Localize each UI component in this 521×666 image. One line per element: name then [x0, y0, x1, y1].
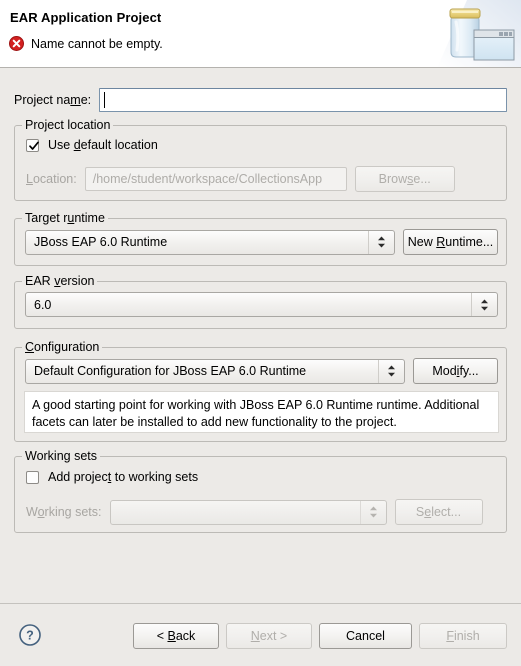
working-sets-group-label: Working sets	[22, 449, 101, 463]
ear-version-combo[interactable]: 6.0	[25, 292, 498, 317]
back-button[interactable]: < Back	[133, 623, 219, 649]
working-sets-label: Working sets:	[26, 505, 102, 519]
page-title: EAR Application Project	[10, 10, 162, 25]
error-message-text: Name cannot be empty.	[31, 36, 163, 51]
location-row: Location: /home/student/workspace/Collec…	[26, 166, 496, 192]
ear-version-combo-value: 6.0	[34, 297, 52, 312]
use-default-location-checkbox[interactable]	[26, 138, 39, 152]
target-runtime-combo-value: JBoss EAP 6.0 Runtime	[34, 235, 168, 249]
help-question-icon[interactable]: ?	[18, 623, 42, 647]
next-button: Next >	[226, 623, 312, 649]
chevron-updown-icon	[471, 293, 497, 316]
finish-button: Finish	[419, 623, 507, 649]
configuration-group: Configuration Default Configuration for …	[14, 340, 507, 442]
error-message-row: Name cannot be empty.	[9, 36, 163, 51]
text-caret	[104, 92, 106, 108]
working-sets-group: Working sets Add project to working sets…	[14, 449, 507, 533]
add-project-to-working-sets-label: Add project to working sets	[48, 470, 199, 484]
target-runtime-group: Target runtime JBoss EAP 6.0 Runtime New…	[14, 211, 507, 266]
target-runtime-row: JBoss EAP 6.0 Runtime New Runtime...	[25, 229, 498, 255]
location-input: /home/student/workspace/CollectionsApp	[84, 167, 347, 191]
project-location-group: Project location Use default location Lo…	[14, 118, 507, 201]
configuration-row: Default Configuration for JBoss EAP 6.0 …	[25, 358, 498, 384]
add-project-to-working-sets-row[interactable]: Add project to working sets	[26, 470, 198, 484]
configuration-combo[interactable]: Default Configuration for JBoss EAP 6.0 …	[25, 358, 405, 384]
project-location-group-label: Project location	[22, 118, 114, 132]
configuration-combo-value: Default Configuration for JBoss EAP 6.0 …	[34, 364, 307, 378]
location-label: Location:	[26, 172, 77, 186]
ear-version-group: EAR version 6.0	[14, 274, 507, 329]
new-runtime-button[interactable]: New Runtime...	[403, 229, 498, 255]
modify-button[interactable]: Modify...	[413, 358, 498, 384]
target-runtime-combo[interactable]: JBoss EAP 6.0 Runtime	[25, 229, 395, 255]
use-default-location-checkbox-row[interactable]: Use default location	[26, 138, 158, 152]
project-name-row: Project name:	[14, 88, 507, 112]
project-name-input[interactable]	[99, 88, 507, 112]
configuration-group-label: Configuration	[22, 340, 103, 354]
error-circle-icon	[9, 36, 24, 51]
configuration-description: A good starting point for working with J…	[24, 391, 499, 433]
svg-text:?: ?	[26, 629, 34, 643]
dialog-content: Project name: Project location Use defau…	[0, 69, 521, 603]
working-sets-combo	[109, 499, 387, 525]
dialog-header: EAR Application Project Name cannot be e…	[0, 0, 521, 68]
chevron-updown-icon	[368, 230, 394, 254]
select-button: Select...	[394, 499, 483, 525]
chevron-updown-icon	[359, 500, 386, 524]
browse-button: Browse...	[354, 166, 455, 192]
target-runtime-group-label: Target runtime	[22, 211, 108, 225]
ear-version-group-label: EAR version	[22, 274, 98, 288]
working-sets-row: Working sets: Select...	[26, 499, 496, 525]
cancel-button[interactable]: Cancel	[319, 623, 412, 649]
chevron-updown-icon	[378, 359, 404, 383]
use-default-location-label: Use default location	[48, 138, 158, 152]
project-name-label: Project name:	[14, 93, 92, 107]
add-project-to-working-sets-checkbox[interactable]	[26, 470, 39, 484]
jar-archive-icon	[437, 0, 521, 67]
